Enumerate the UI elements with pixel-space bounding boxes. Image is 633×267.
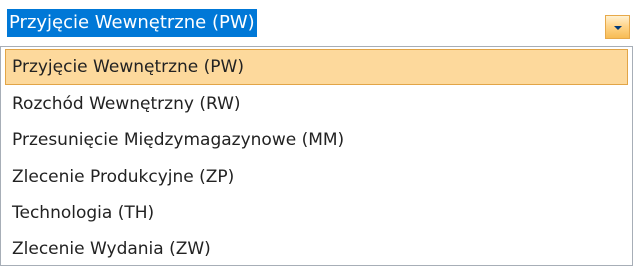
- option-zlecenie-wydania[interactable]: Zlecenie Wydania (ZW): [5, 231, 628, 267]
- option-technologia[interactable]: Technologia (TH): [5, 195, 628, 231]
- option-przyjecie-wewnetrzne[interactable]: Przyjęcie Wewnętrzne (PW): [5, 49, 628, 85]
- document-type-dropdown[interactable]: Przyjęcie Wewnętrzne (PW) Przyjęcie Wewn…: [0, 0, 633, 266]
- chevron-down-icon: [614, 26, 622, 30]
- dropdown-list: Przyjęcie Wewnętrzne (PW) Rozchód Wewnęt…: [0, 46, 633, 266]
- option-rozchod-wewnetrzny[interactable]: Rozchód Wewnętrzny (RW): [5, 86, 628, 122]
- option-zlecenie-produkcyjne[interactable]: Zlecenie Produkcyjne (ZP): [5, 159, 628, 195]
- dropdown-selector[interactable]: Przyjęcie Wewnętrzne (PW): [0, 0, 633, 47]
- option-przesuniecie-miedzymagazynowe[interactable]: Przesunięcie Międzymagazynowe (MM): [5, 122, 628, 158]
- dropdown-button[interactable]: [605, 15, 630, 39]
- selected-value[interactable]: Przyjęcie Wewnętrzne (PW): [7, 9, 257, 37]
